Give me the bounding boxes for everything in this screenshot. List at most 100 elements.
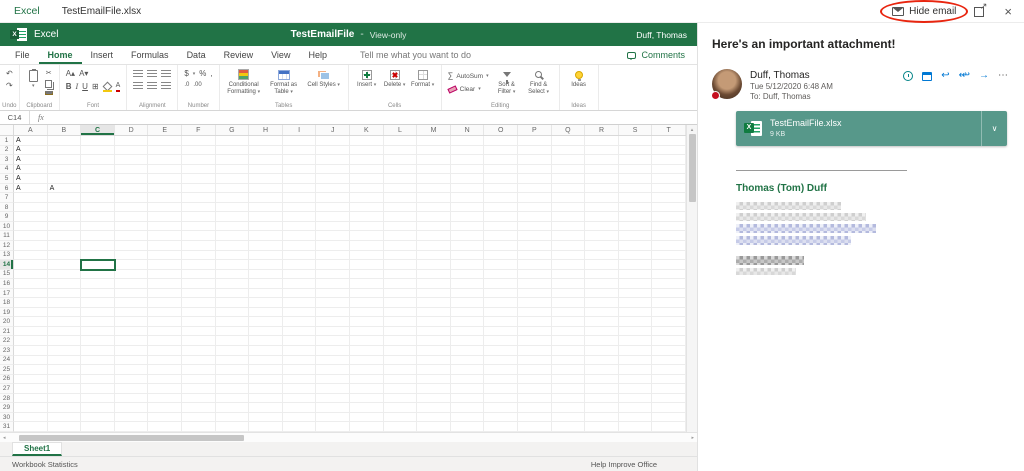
cell-D24[interactable]: [114, 355, 149, 366]
cell-F20[interactable]: [181, 317, 216, 327]
cell-A3[interactable]: A: [14, 155, 48, 165]
row-header-2[interactable]: 2: [0, 145, 14, 156]
cell-K4[interactable]: [349, 164, 384, 175]
cell-O2[interactable]: [484, 145, 518, 156]
cell-E13[interactable]: [148, 250, 182, 261]
cell-G9[interactable]: [215, 212, 250, 222]
cell-E15[interactable]: [148, 269, 182, 280]
percent-format-button[interactable]: %: [199, 70, 206, 78]
cell-N4[interactable]: [450, 164, 485, 175]
align-top-icon[interactable]: [133, 70, 144, 78]
hide-email-button[interactable]: Hide email: [880, 0, 969, 23]
cell-B14[interactable]: [47, 260, 82, 270]
cell-K23[interactable]: [349, 346, 384, 356]
cell-K9[interactable]: [349, 212, 384, 222]
cell-M18[interactable]: [417, 298, 451, 308]
cell-M5[interactable]: [417, 174, 451, 184]
cell-M13[interactable]: [417, 250, 451, 261]
cell-A30[interactable]: [14, 412, 48, 423]
cell-P13[interactable]: [517, 250, 552, 261]
cell-G26[interactable]: [215, 374, 250, 385]
cell-B3[interactable]: [47, 155, 82, 165]
cell-T14[interactable]: [652, 260, 686, 270]
cell-R24[interactable]: [585, 355, 619, 366]
cell-J12[interactable]: [316, 241, 350, 251]
cell-H31[interactable]: [249, 422, 283, 432]
cell-D15[interactable]: [114, 269, 149, 280]
fill-color-icon[interactable]: [102, 83, 112, 92]
horizontal-scroll-track[interactable]: [9, 434, 689, 441]
cell-M19[interactable]: [417, 307, 451, 318]
cell-B20[interactable]: [47, 317, 82, 327]
cell-S3[interactable]: [618, 155, 653, 165]
cell-N19[interactable]: [450, 307, 485, 318]
cell-M1[interactable]: [417, 136, 451, 146]
cell-Q2[interactable]: [551, 145, 586, 156]
cell-D14[interactable]: [114, 260, 149, 270]
cell-A24[interactable]: [14, 355, 48, 366]
cell-D10[interactable]: [114, 221, 149, 232]
cell-D16[interactable]: [114, 279, 149, 289]
cell-F11[interactable]: [181, 231, 216, 242]
delete-cells-button[interactable]: Delete ▾: [383, 68, 407, 89]
row-header-16[interactable]: 16: [0, 279, 14, 289]
attachment-card[interactable]: X TestEmailFile.xlsx 9 KB ∨: [736, 110, 1007, 146]
cell-I23[interactable]: [282, 346, 317, 356]
cell-S15[interactable]: [618, 269, 653, 280]
cell-G2[interactable]: [215, 145, 250, 156]
cell-C21[interactable]: [81, 326, 115, 337]
cell-K18[interactable]: [349, 298, 384, 308]
cell-Q16[interactable]: [551, 279, 586, 289]
cell-O16[interactable]: [484, 279, 518, 289]
forward-button[interactable]: →: [979, 71, 989, 81]
cell-N30[interactable]: [450, 412, 485, 423]
cell-M6[interactable]: [417, 183, 451, 194]
cell-M30[interactable]: [417, 412, 451, 423]
cell-K28[interactable]: [349, 393, 384, 404]
cell-C13[interactable]: [81, 250, 115, 261]
cell-I11[interactable]: [282, 231, 317, 242]
underline-button[interactable]: U: [82, 83, 88, 91]
reply-all-button[interactable]: ↩: [962, 71, 970, 81]
cell-G29[interactable]: [215, 403, 250, 413]
cell-P22[interactable]: [517, 336, 552, 347]
cell-C24[interactable]: [81, 355, 115, 366]
cell-K16[interactable]: [349, 279, 384, 289]
cell-T17[interactable]: [652, 288, 686, 299]
cell-N21[interactable]: [450, 326, 485, 337]
cell-J14[interactable]: [316, 260, 350, 270]
cell-F26[interactable]: [181, 374, 216, 385]
cell-L5[interactable]: [383, 174, 418, 184]
cell-A13[interactable]: [14, 250, 48, 261]
cell-J11[interactable]: [316, 231, 350, 242]
cell-O27[interactable]: [484, 384, 518, 394]
cell-G10[interactable]: [215, 221, 250, 232]
cell-H24[interactable]: [249, 355, 283, 366]
cell-Q26[interactable]: [551, 374, 586, 385]
cell-F15[interactable]: [181, 269, 216, 280]
cell-T10[interactable]: [652, 221, 686, 232]
cell-A10[interactable]: [14, 221, 48, 232]
cell-R16[interactable]: [585, 279, 619, 289]
tell-me-box[interactable]: Tell me what you want to do: [360, 46, 471, 64]
cell-J16[interactable]: [316, 279, 350, 289]
cell-S21[interactable]: [618, 326, 653, 337]
cell-Q24[interactable]: [551, 355, 586, 366]
cell-Q20[interactable]: [551, 317, 586, 327]
cell-T27[interactable]: [652, 384, 686, 394]
cell-F25[interactable]: [181, 365, 216, 375]
cell-N22[interactable]: [450, 336, 485, 347]
cell-J24[interactable]: [316, 355, 350, 366]
cell-R31[interactable]: [585, 422, 619, 432]
cell-F10[interactable]: [181, 221, 216, 232]
row-header-25[interactable]: 25: [0, 365, 14, 375]
cell-R8[interactable]: [585, 202, 619, 213]
cell-G21[interactable]: [215, 326, 250, 337]
cell-Q31[interactable]: [551, 422, 586, 432]
cell-K30[interactable]: [349, 412, 384, 423]
cell-M3[interactable]: [417, 155, 451, 165]
cell-G25[interactable]: [215, 365, 250, 375]
cell-L21[interactable]: [383, 326, 418, 337]
cell-P7[interactable]: [517, 193, 552, 203]
cell-L3[interactable]: [383, 155, 418, 165]
